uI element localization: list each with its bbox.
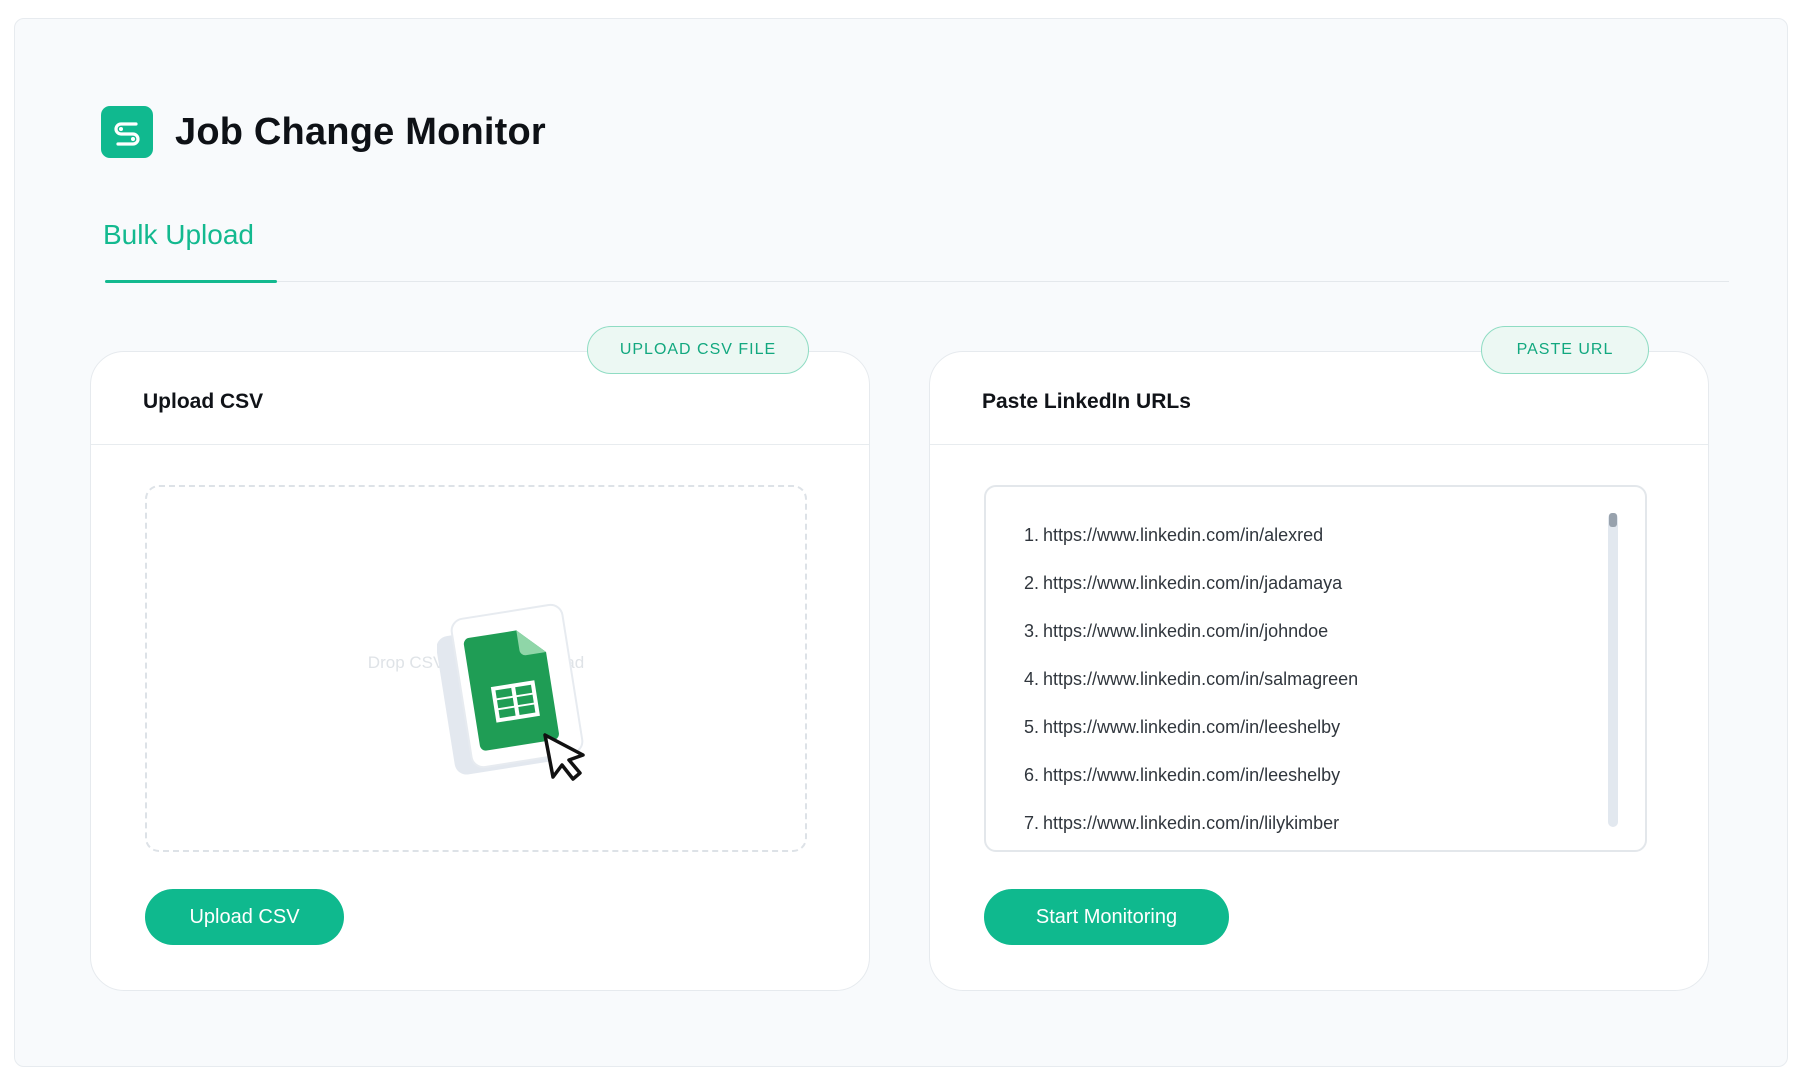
url-list-item: 7. https://www.linkedin.com/in/lilykimber: [1023, 812, 1340, 833]
upload-csv-card-title: Upload CSV: [143, 390, 264, 413]
paste-url-badge[interactable]: PASTE URL: [1481, 326, 1649, 374]
card-divider: [91, 444, 869, 445]
upload-csv-file-badge[interactable]: UPLOAD CSV FILE: [587, 326, 809, 374]
tab-divider: [105, 281, 1729, 282]
active-tab-indicator: [105, 280, 277, 283]
upload-csv-card: Upload CSV Drop CSV file here to upload: [90, 351, 870, 991]
start-monitoring-button[interactable]: Start Monitoring: [984, 889, 1229, 945]
card-divider: [930, 444, 1708, 445]
app-header: Job Change Monitor: [101, 106, 546, 158]
url-list-item: 6. https://www.linkedin.com/in/leeshelby: [1023, 764, 1341, 785]
tab-bulk-upload[interactable]: Bulk Upload: [103, 219, 254, 251]
upload-csv-button[interactable]: Upload CSV: [145, 889, 344, 945]
url-list-item: 3. https://www.linkedin.com/in/johndoe: [1023, 620, 1329, 641]
url-list-item: 4. https://www.linkedin.com/in/salmagreen: [1023, 668, 1359, 689]
scrollbar-track[interactable]: [1608, 513, 1618, 827]
paste-urls-card: Paste LinkedIn URLs 1. https://www.linked…: [929, 351, 1709, 991]
url-list-item: 2. https://www.linkedin.com/in/jadamaya: [1023, 572, 1343, 593]
paste-urls-card-title: Paste LinkedIn URLs: [982, 390, 1191, 413]
url-list-item: 5. https://www.linkedin.com/in/leeshelby: [1023, 716, 1341, 737]
url-list-item: 1. https://www.linkedin.com/in/alexred: [1023, 524, 1324, 545]
url-list: 1. https://www.linkedin.com/in/alexred 2.…: [1020, 511, 1358, 847]
url-textarea[interactable]: 1. https://www.linkedin.com/in/alexred 2.…: [984, 485, 1647, 852]
page-title: Job Change Monitor: [175, 110, 546, 153]
google-sheets-icon: [436, 595, 597, 785]
s-logo-icon: [101, 106, 153, 158]
csv-dropzone[interactable]: Drop CSV file here to upload: [145, 485, 807, 852]
scrollbar-thumb[interactable]: [1609, 513, 1617, 527]
